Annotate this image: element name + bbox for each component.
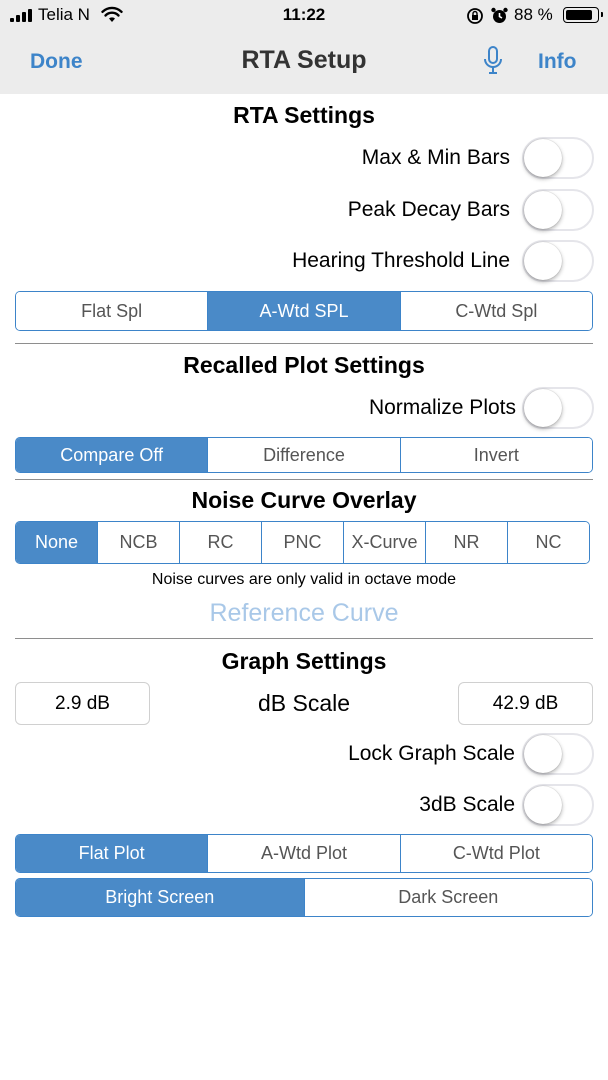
peak-decay-bars-toggle[interactable] [522, 189, 594, 231]
orientation-lock-icon [467, 8, 483, 24]
segment-c-wtd-plot[interactable]: C-Wtd Plot [400, 835, 592, 872]
microphone-icon[interactable] [483, 46, 503, 76]
toggle-knob [524, 786, 562, 824]
toggle-knob [524, 242, 562, 280]
noise-curve-segmented-control: None NCB RC PNC X-Curve NR NC [15, 521, 590, 564]
segment-flat-spl[interactable]: Flat Spl [16, 292, 209, 330]
plot-weighting-segmented-control: Flat Plot A-Wtd Plot C-Wtd Plot [15, 834, 593, 873]
rta-settings-title: RTA Settings [233, 102, 375, 128]
segment-a-wtd-spl[interactable]: A-Wtd SPL [208, 292, 401, 330]
max-min-bars-toggle[interactable] [522, 137, 594, 179]
segment-flat-plot[interactable]: Flat Plot [16, 835, 209, 872]
status-bar: Telia N 11:22 88 % [0, 0, 608, 30]
segment-ncb[interactable]: NCB [98, 522, 180, 563]
segment-x-curve[interactable]: X-Curve [344, 522, 426, 563]
section-divider [15, 479, 593, 480]
three-db-scale-label: 3dB Scale [419, 793, 515, 816]
segment-bright-screen[interactable]: Bright Screen [16, 879, 305, 916]
section-divider [15, 638, 593, 639]
three-db-scale-toggle[interactable] [522, 784, 594, 826]
battery-icon [563, 7, 603, 23]
lock-graph-scale-toggle[interactable] [522, 733, 594, 775]
segment-rc[interactable]: RC [180, 522, 262, 563]
segment-invert[interactable]: Invert [400, 438, 592, 472]
db-scale-max-field[interactable]: 42.9 dB [458, 682, 593, 725]
reference-curve-button[interactable]: Reference Curve [0, 599, 608, 628]
hearing-threshold-line-label: Hearing Threshold Line [292, 249, 510, 272]
max-min-bars-label: Max & Min Bars [361, 146, 510, 169]
toggle-knob [524, 389, 562, 427]
noise-curve-overlay-title: Noise Curve Overlay [191, 487, 417, 513]
battery-percentage: 88 % [514, 5, 553, 24]
segment-compare-off[interactable]: Compare Off [16, 438, 209, 472]
graph-settings-title: Graph Settings [221, 648, 387, 674]
screen-mode-segmented-control: Bright Screen Dark Screen [15, 878, 593, 917]
alarm-icon [491, 7, 508, 23]
segment-nr[interactable]: NR [426, 522, 508, 563]
segment-dark-screen[interactable]: Dark Screen [304, 879, 592, 916]
segment-none[interactable]: None [16, 522, 98, 563]
toggle-knob [524, 735, 562, 773]
navigation-bar: Done RTA Setup Info [0, 30, 608, 94]
octave-mode-note: Noise curves are only valid in octave mo… [151, 571, 457, 588]
segment-nc[interactable]: NC [508, 522, 589, 563]
toggle-knob [524, 191, 562, 229]
lock-graph-scale-label: Lock Graph Scale [348, 742, 515, 765]
segment-pnc[interactable]: PNC [262, 522, 344, 563]
info-button[interactable]: Info [538, 50, 576, 74]
section-divider [15, 343, 593, 344]
page-title: RTA Setup [241, 46, 367, 74]
normalize-plots-label: Normalize Plots [368, 396, 516, 419]
normalize-plots-toggle[interactable] [522, 387, 594, 429]
toggle-knob [524, 139, 562, 177]
segment-c-wtd-spl[interactable]: C-Wtd Spl [400, 292, 592, 330]
recalled-plot-settings-title: Recalled Plot Settings [183, 352, 425, 378]
hearing-threshold-line-toggle[interactable] [522, 240, 594, 282]
segment-difference[interactable]: Difference [208, 438, 401, 472]
peak-decay-bars-label: Peak Decay Bars [347, 198, 510, 221]
segment-a-wtd-plot[interactable]: A-Wtd Plot [208, 835, 401, 872]
compare-mode-segmented-control: Compare Off Difference Invert [15, 437, 593, 473]
spl-weighting-segmented-control: Flat Spl A-Wtd SPL C-Wtd Spl [15, 291, 593, 331]
